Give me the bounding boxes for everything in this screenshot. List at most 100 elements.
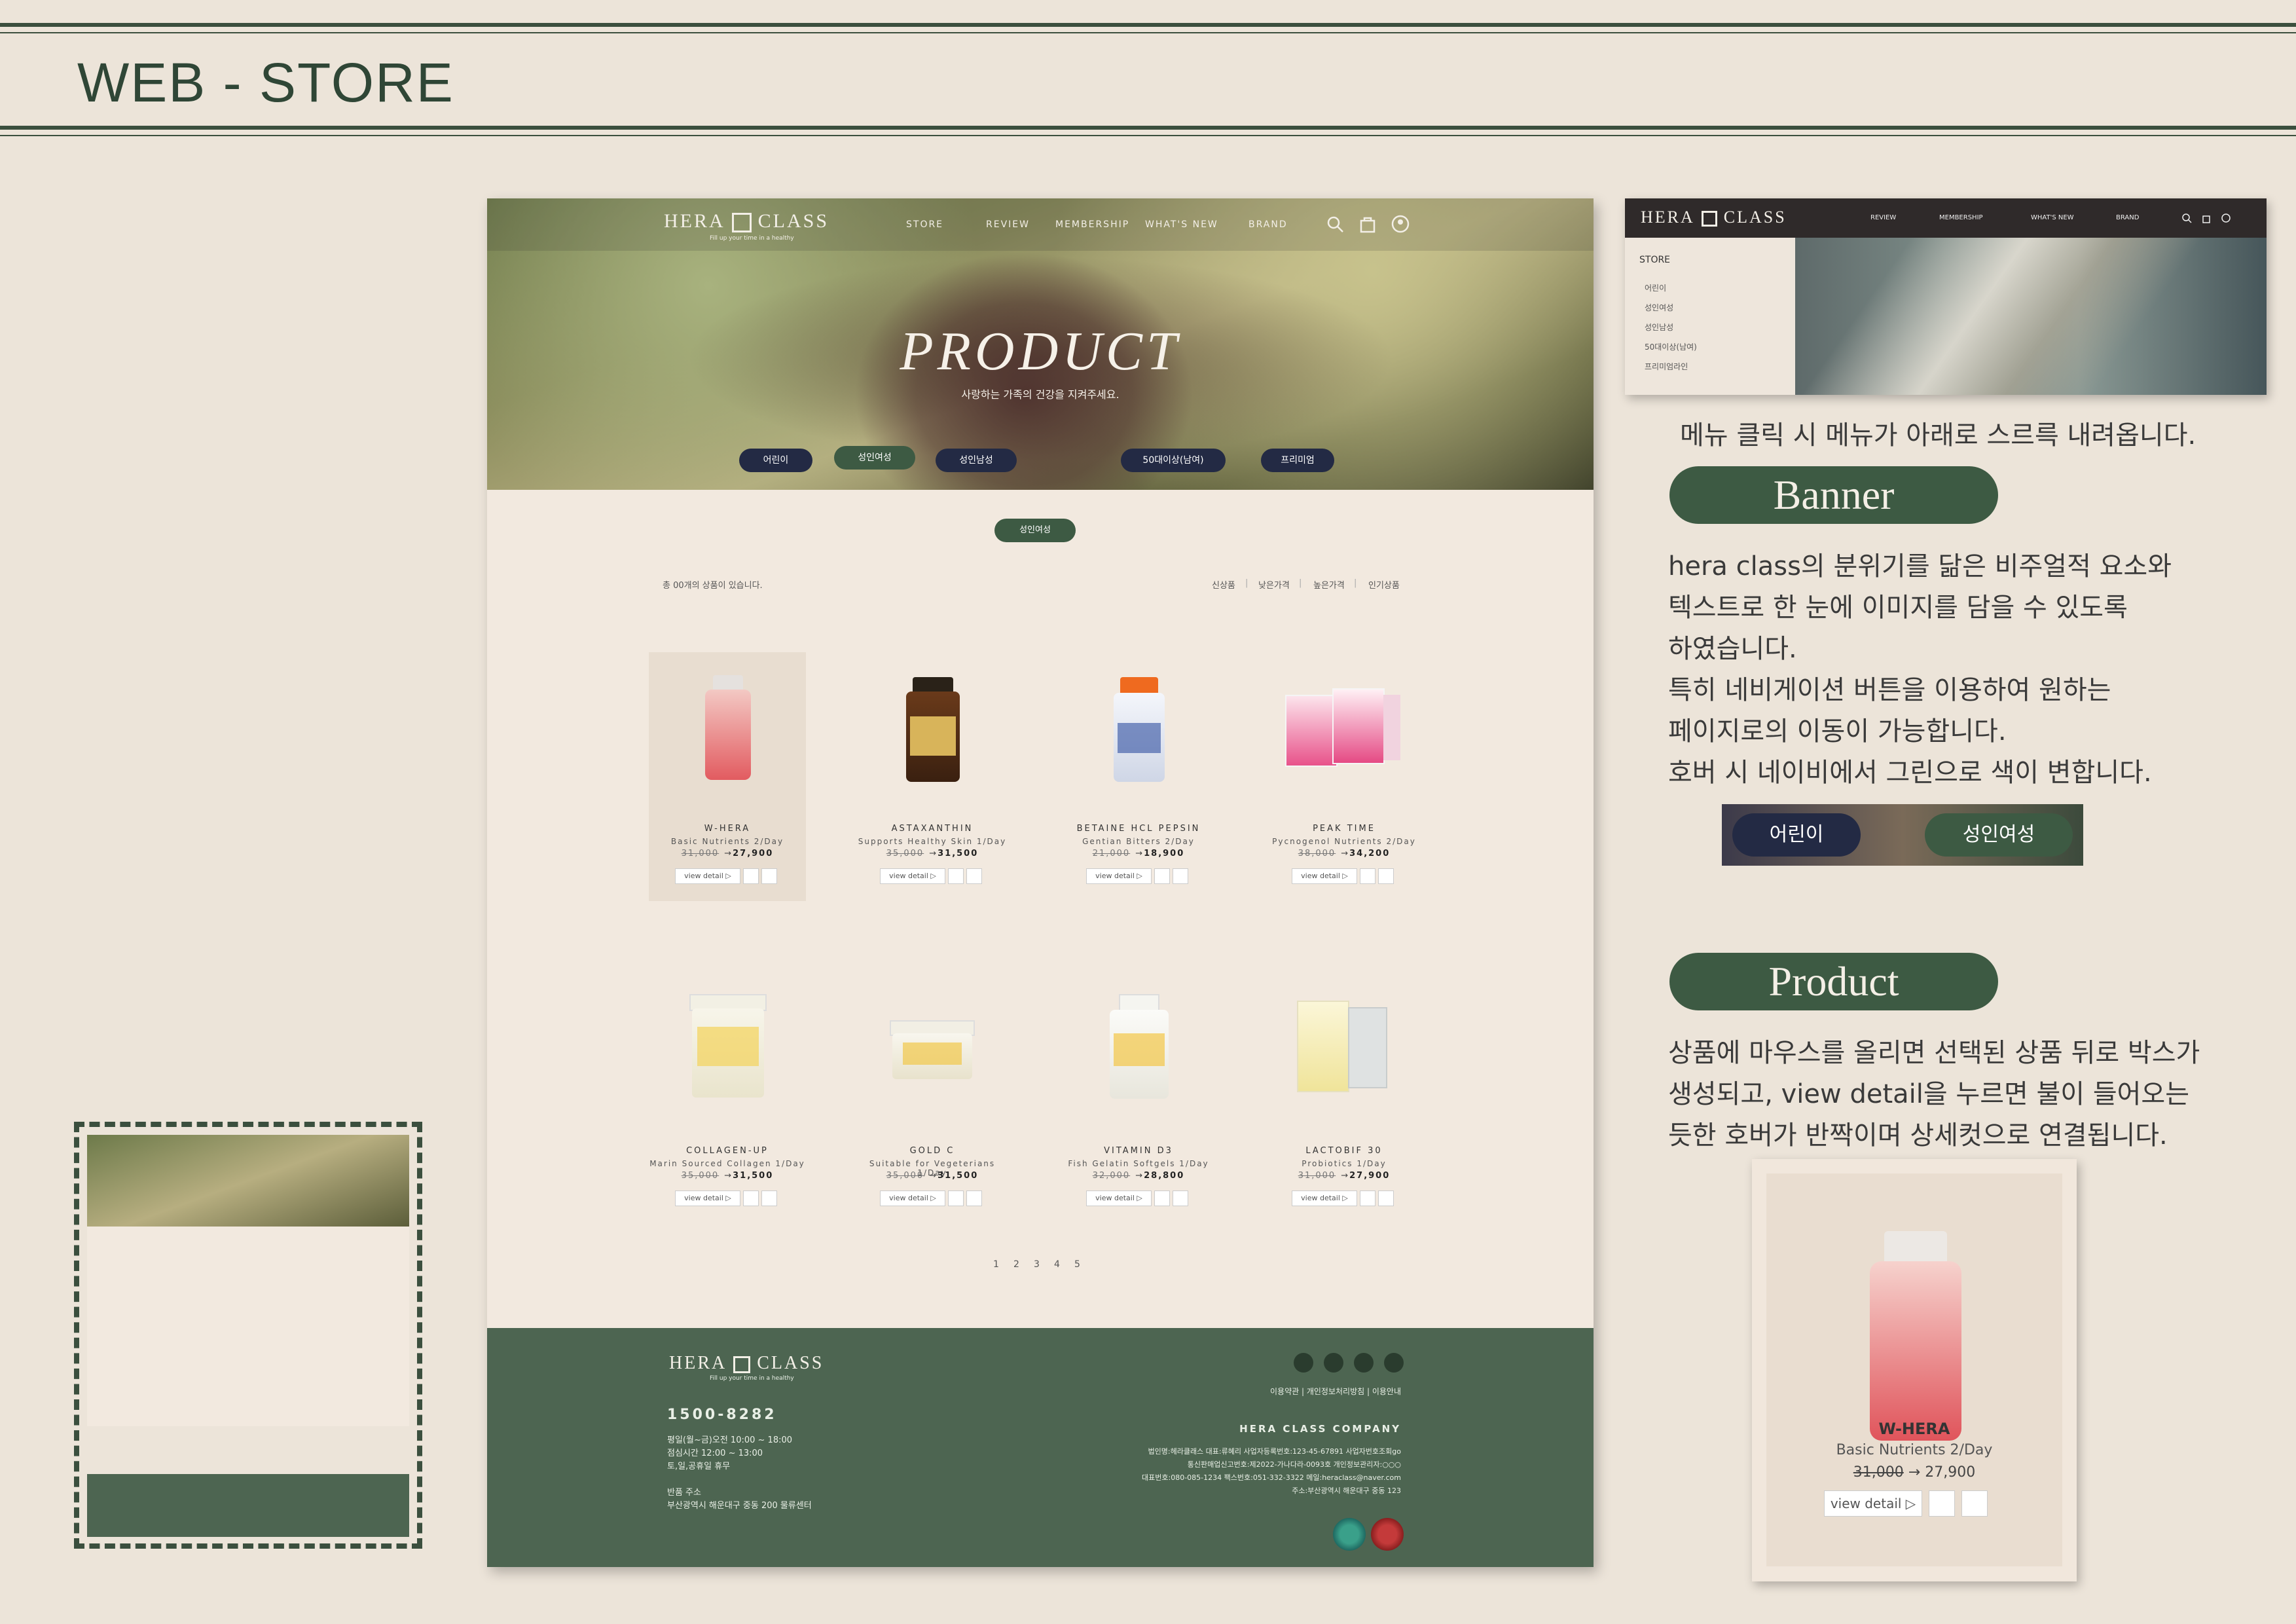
product-desc: Marin Sourced Collagen 1/Day bbox=[649, 1159, 805, 1168]
footer-logo[interactable]: HERA CLASS bbox=[669, 1353, 824, 1374]
product-card[interactable]: GOLD C Suitable for Vegeterians 1/Day 35… bbox=[854, 974, 1011, 1223]
sort-low-price[interactable]: 낮은가격 bbox=[1258, 578, 1290, 591]
cart-icon[interactable] bbox=[1929, 1490, 1955, 1517]
nav-store[interactable]: STORE bbox=[906, 219, 943, 230]
footer-link-terms[interactable]: 이용약관 bbox=[1270, 1387, 1299, 1396]
product-price: 32,000 →28,800 bbox=[1092, 1171, 1185, 1181]
cart-icon[interactable] bbox=[948, 1190, 964, 1206]
active-category-pill: 성인여성 bbox=[994, 519, 1076, 542]
product-card[interactable]: W-HERA Basic Nutrients 2/Day 31,000 →27,9… bbox=[649, 652, 806, 901]
banner-desc-line: 호버 시 네이비에서 그린으로 색이 변합니다. bbox=[1668, 758, 2152, 788]
mock-nav-membership[interactable]: MEMBERSHIP bbox=[1939, 214, 1983, 221]
product-price: 31,000 →27,900 bbox=[1298, 1171, 1391, 1181]
product-card[interactable]: PEAK TIME Pycnogenol Nutrients 2/Day 38,… bbox=[1266, 652, 1423, 901]
dropdown-item[interactable]: 50대이상(남여) bbox=[1645, 341, 1697, 352]
heart-icon[interactable] bbox=[1173, 1190, 1188, 1206]
heart-icon[interactable] bbox=[761, 1190, 777, 1206]
page-2[interactable]: 2 bbox=[1013, 1259, 1019, 1270]
shopping-bag-icon[interactable] bbox=[1358, 214, 1377, 234]
certification-badge-icon bbox=[1371, 1518, 1404, 1551]
category-adult-men[interactable]: 성인남성 bbox=[936, 449, 1017, 472]
site-footer: HERA CLASS Fill up your time in a healthy… bbox=[487, 1328, 1594, 1567]
demo-pill-green[interactable]: 성인여성 bbox=[1925, 813, 2073, 857]
sort-popular[interactable]: 인기상품 bbox=[1368, 578, 1400, 591]
hover-product-name: W-HERA bbox=[1878, 1420, 1950, 1438]
view-detail-button[interactable]: view detail ▷ bbox=[880, 868, 945, 884]
blog-icon[interactable] bbox=[1354, 1353, 1374, 1373]
instagram-icon[interactable] bbox=[1324, 1353, 1343, 1373]
mock-nav-whats-new[interactable]: WHAT'S NEW bbox=[2031, 214, 2074, 221]
heart-icon[interactable] bbox=[1961, 1490, 1988, 1517]
view-detail-button[interactable]: view detail ▷ bbox=[1086, 868, 1152, 884]
product-card[interactable]: BETAINE HCL PEPSIN Gentian Bitters 2/Day… bbox=[1060, 652, 1217, 901]
heart-icon[interactable] bbox=[1378, 1190, 1394, 1206]
nav-review[interactable]: REVIEW bbox=[986, 219, 1030, 230]
sort-separator: | bbox=[1299, 578, 1302, 588]
heart-icon[interactable] bbox=[966, 868, 982, 884]
search-icon[interactable] bbox=[1325, 214, 1345, 234]
dropdown-item[interactable]: 프리미엄라인 bbox=[1645, 361, 1688, 372]
sort-new[interactable]: 신상품 bbox=[1212, 578, 1235, 591]
top-nav: HERA CLASS Fill up your time in a healthy… bbox=[487, 198, 1594, 251]
cart-icon[interactable] bbox=[1154, 1190, 1170, 1206]
view-detail-button[interactable]: view detail ▷ bbox=[675, 868, 740, 884]
page-1[interactable]: 1 bbox=[993, 1259, 999, 1270]
page-4[interactable]: 4 bbox=[1054, 1259, 1060, 1270]
hero-banner: HERA CLASS Fill up your time in a healthy… bbox=[487, 198, 1594, 490]
footer-link-privacy[interactable]: 개인정보처리방침 bbox=[1307, 1387, 1364, 1396]
product-image bbox=[1114, 677, 1165, 782]
category-over-50[interactable]: 50대이상(남여) bbox=[1121, 449, 1226, 472]
youtube-icon[interactable] bbox=[1384, 1353, 1404, 1373]
cart-icon[interactable] bbox=[1360, 868, 1376, 884]
cart-icon[interactable] bbox=[948, 868, 964, 884]
view-detail-button[interactable]: view detail ▷ bbox=[880, 1190, 945, 1206]
product-card[interactable]: ASTAXANTHIN Supports Healthy Skin 1/Day … bbox=[854, 652, 1011, 901]
mock-nav-brand[interactable]: BRAND bbox=[2116, 214, 2139, 221]
product-desc-line: 생성되고, view detail을 누르면 불이 들어오는 bbox=[1668, 1079, 2190, 1109]
heart-icon[interactable] bbox=[1173, 868, 1188, 884]
dropdown-item[interactable]: 성인여성 bbox=[1645, 302, 1673, 313]
footer-link-guide[interactable]: 이용안내 bbox=[1372, 1387, 1401, 1396]
category-children[interactable]: 어린이 bbox=[739, 449, 812, 472]
sort-separator: | bbox=[1354, 578, 1357, 588]
category-adult-women[interactable]: 성인여성 bbox=[834, 446, 915, 470]
facebook-icon[interactable] bbox=[1294, 1353, 1313, 1373]
cart-icon[interactable] bbox=[743, 1190, 759, 1206]
sort-high-price[interactable]: 높은가격 bbox=[1313, 578, 1345, 591]
cart-icon[interactable] bbox=[1154, 868, 1170, 884]
search-icon[interactable] bbox=[2181, 213, 2192, 223]
nav-whats-new[interactable]: WHAT'S NEW bbox=[1145, 219, 1218, 230]
view-detail-button[interactable]: view detail ▷ bbox=[1086, 1190, 1152, 1206]
shopping-bag-icon[interactable] bbox=[2201, 213, 2212, 223]
cart-icon[interactable] bbox=[1360, 1190, 1376, 1206]
return-address: 부산광역시 해운대구 중동 200 물류센터 bbox=[667, 1501, 812, 1511]
user-icon[interactable] bbox=[2221, 213, 2231, 223]
product-card[interactable]: COLLAGEN-UP Marin Sourced Collagen 1/Day… bbox=[649, 974, 806, 1223]
product-card[interactable]: LACTOBIF 30 Probiotics 1/Day 31,000 →27,9… bbox=[1266, 974, 1423, 1223]
category-premium[interactable]: 프리미엄 bbox=[1261, 449, 1334, 472]
product-image bbox=[1297, 1001, 1389, 1092]
dropdown-item[interactable]: 성인남성 bbox=[1645, 322, 1673, 333]
site-logo[interactable]: HERA CLASS bbox=[664, 210, 829, 233]
user-icon[interactable] bbox=[1391, 214, 1410, 234]
view-detail-button[interactable]: view detail ▷ bbox=[1824, 1490, 1922, 1517]
page-3[interactable]: 3 bbox=[1034, 1259, 1040, 1270]
heart-icon[interactable] bbox=[1378, 868, 1394, 884]
demo-pill-navy[interactable]: 어린이 bbox=[1732, 813, 1861, 857]
view-detail-button[interactable]: view detail ▷ bbox=[1292, 1190, 1357, 1206]
product-name: VITAMIN D3 bbox=[1104, 1146, 1173, 1156]
cart-icon[interactable] bbox=[743, 868, 759, 884]
hover-product-card[interactable]: W-HERA Basic Nutrients 2/Day 31,000 → 27… bbox=[1752, 1159, 2077, 1581]
heart-icon[interactable] bbox=[966, 1190, 982, 1206]
product-card[interactable]: VITAMIN D3 Fish Gelatin Softgels 1/Day 3… bbox=[1060, 974, 1217, 1223]
view-detail-button[interactable]: view detail ▷ bbox=[1292, 868, 1357, 884]
nav-membership[interactable]: MEMBERSHIP bbox=[1055, 219, 1129, 230]
logo-mark-icon bbox=[733, 1356, 751, 1373]
page-5[interactable]: 5 bbox=[1074, 1259, 1080, 1270]
product-image bbox=[1110, 994, 1169, 1099]
mock-nav-review[interactable]: REVIEW bbox=[1870, 214, 1896, 221]
dropdown-item[interactable]: 어린이 bbox=[1645, 282, 1666, 293]
nav-brand[interactable]: BRAND bbox=[1248, 219, 1288, 230]
view-detail-button[interactable]: view detail ▷ bbox=[675, 1190, 740, 1206]
heart-icon[interactable] bbox=[761, 868, 777, 884]
